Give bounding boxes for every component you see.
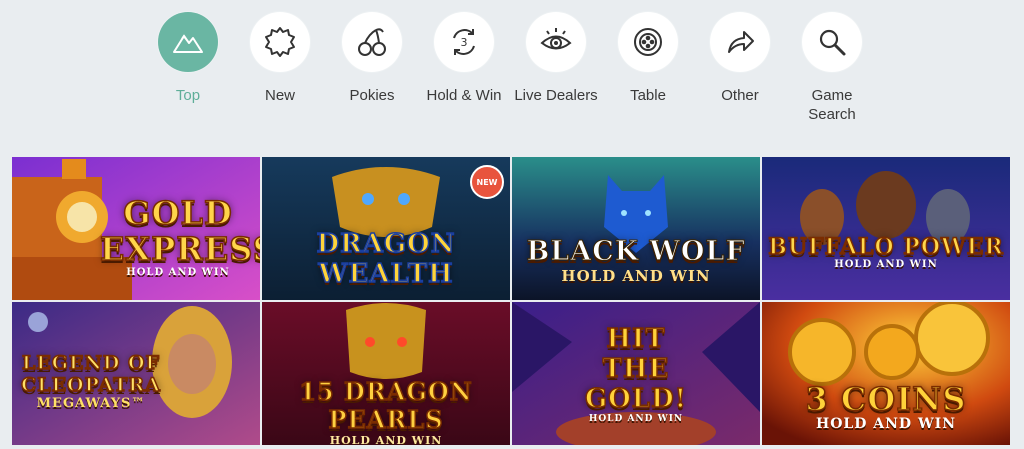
game-title: 15 DRAGON PEARLS	[299, 377, 473, 435]
category-label: Other	[721, 87, 759, 104]
game-tile-buffalo-power[interactable]: BUFFALO POWER HOLD AND WIN	[762, 157, 1010, 300]
game-title: GOLD EXPRESS	[99, 194, 260, 268]
category-pokies[interactable]: Pokies	[322, 12, 422, 105]
game-tile-3-coins[interactable]: 3 COINS HOLD AND WIN	[762, 302, 1010, 445]
category-game-search[interactable]: Game Search	[782, 12, 882, 124]
category-live-dealers[interactable]: Live Dealers	[506, 12, 606, 105]
game-subtitle: MEGAWAYS™	[36, 396, 146, 411]
category-new[interactable]: New	[230, 12, 330, 105]
category-table-circle	[618, 12, 678, 72]
game-subtitle: HOLD AND WIN	[329, 434, 443, 445]
category-label: Top	[175, 87, 201, 104]
search-icon	[819, 29, 846, 56]
category-label: Game Search	[808, 87, 856, 123]
game-subtitle: HOLD AND WIN	[834, 259, 938, 270]
badge-star-icon	[265, 27, 295, 57]
category-live-dealers-circle	[526, 12, 586, 72]
game-title: BLACK WOLF	[526, 236, 746, 267]
category-table[interactable]: Table	[598, 12, 698, 105]
game-art	[762, 157, 1010, 300]
game-title: LEGEND OF CLEOPATRA	[20, 351, 161, 397]
category-other-circle	[710, 12, 770, 72]
game-tile-dragon-wealth[interactable]: NEW DRAGON WEALTH	[262, 157, 510, 300]
game-subtitle: HOLD AND WIN	[815, 416, 957, 432]
game-subtitle: HOLD AND WIN	[126, 267, 230, 278]
game-tile-15-dragon-pearls[interactable]: 15 DRAGON PEARLS HOLD AND WIN	[262, 302, 510, 445]
mountain-icon	[173, 34, 203, 53]
category-nav: Top New Pokies 3 Hold & Win Live Dealers…	[0, 0, 1024, 150]
category-top-circle	[158, 12, 218, 72]
chip-icon	[634, 28, 662, 56]
category-label: New	[264, 87, 295, 104]
svg-text:3: 3	[461, 36, 468, 49]
category-label: Table	[630, 87, 666, 104]
eye-icon	[540, 28, 572, 50]
game-subtitle: HOLD AND WIN	[561, 267, 711, 285]
category-hold-win-circle: 3	[434, 12, 494, 72]
category-other[interactable]: Other	[690, 12, 790, 105]
cherries-icon	[358, 28, 386, 56]
new-badge: NEW	[470, 165, 504, 199]
category-pokies-circle	[342, 12, 402, 72]
game-tile-hit-the-gold[interactable]: HIT THE GOLD! HOLD AND WIN	[512, 302, 760, 445]
game-grid: GOLD EXPRESS HOLD AND WIN NEW DRAGON WEA…	[12, 157, 1010, 449]
category-top[interactable]: Top	[138, 12, 238, 105]
share-arrow-icon	[728, 31, 754, 53]
category-new-circle	[250, 12, 310, 72]
category-label: Live Dealers	[514, 87, 598, 104]
game-tile-gold-express[interactable]: GOLD EXPRESS HOLD AND WIN	[12, 157, 260, 300]
game-tile-black-wolf[interactable]: BLACK WOLF HOLD AND WIN	[512, 157, 760, 300]
game-title: 3 COINS	[805, 380, 967, 418]
game-subtitle: HOLD AND WIN	[588, 414, 684, 424]
category-game-search-circle	[802, 12, 862, 72]
category-label: Pokies	[349, 87, 395, 104]
category-hold-win[interactable]: 3 Hold & Win	[414, 12, 514, 105]
game-title: HIT THE GOLD!	[584, 323, 688, 415]
category-label: Hold & Win	[426, 87, 502, 104]
game-title: BUFFALO POWER	[767, 234, 1004, 260]
game-title: DRAGON WEALTH	[316, 228, 456, 290]
game-tile-legend-of-cleopatra[interactable]: LEGEND OF CLEOPATRA MEGAWAYS™	[12, 302, 260, 445]
respin-three-icon: 3	[453, 29, 475, 55]
